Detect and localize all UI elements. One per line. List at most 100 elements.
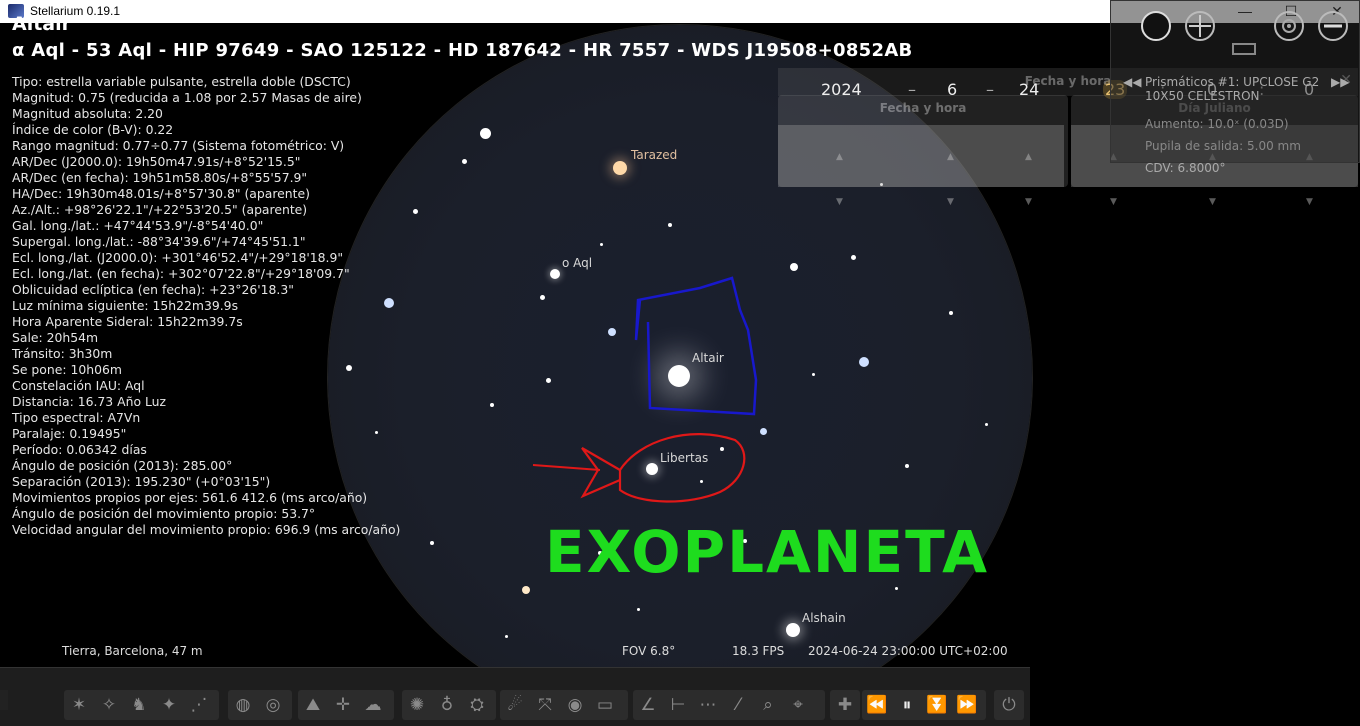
atmosphere-icon[interactable]: ☁ xyxy=(358,690,388,720)
telescope-icon[interactable]: ⌖ xyxy=(783,690,813,720)
day-spinbox[interactable]: 24 xyxy=(1019,80,1039,99)
prev-ocular-arrow-icon[interactable]: ◀◀ xyxy=(1123,75,1141,89)
fish-pointer-line xyxy=(532,464,601,471)
info-line: Ángulo de posición del movimiento propio… xyxy=(12,506,316,521)
landscape-icon[interactable]: ⛰ xyxy=(298,690,328,720)
info-line: Período: 0.06342 días xyxy=(12,442,147,457)
eye-icon[interactable]: ◉ xyxy=(560,690,590,720)
field-of-view-text: CDV: 6.8000° xyxy=(1145,161,1226,175)
ocular-settings-icon[interactable] xyxy=(1318,11,1348,41)
info-line: Hora Aparente Sideral: 15h22m39.7s xyxy=(12,314,243,329)
satellites-icon[interactable]: ⛭ xyxy=(462,690,492,720)
constellation-art-icon[interactable]: ♞ xyxy=(124,690,154,720)
asterism-icon[interactable]: ⋰ xyxy=(184,690,214,720)
ocular-view-icon[interactable] xyxy=(1141,11,1171,41)
meteor-icon[interactable]: ☄ xyxy=(500,690,530,720)
equatorial-grid-icon[interactable]: ◍ xyxy=(228,690,258,720)
month-down-arrow-icon[interactable]: ▼ xyxy=(947,197,954,207)
search-icon[interactable]: ⌕ xyxy=(753,690,783,720)
plugin-buttons-2: ✚ xyxy=(830,690,860,720)
info-line: Movimientos propios por ejes: 561.6 412.… xyxy=(12,490,368,505)
quit-group: ⏻ xyxy=(994,690,1024,720)
info-line: AR/Dec (J2000.0): 19h50m47.91s/+8°52'15.… xyxy=(12,154,301,169)
rewind-icon[interactable]: ⏪ xyxy=(862,690,892,720)
angle-measure-icon[interactable]: ∠ xyxy=(633,690,663,720)
info-line: Az./Alt.: +98°26'22.1"/+22°53'20.5" (apa… xyxy=(12,202,308,217)
info-line: Constelación IAU: Aql xyxy=(12,378,145,393)
year-spinbox[interactable]: 2024 xyxy=(821,80,862,99)
month-spinbox[interactable]: 6 xyxy=(947,80,957,99)
exit-pupil-text: Pupila de salida: 5.00 mm xyxy=(1145,139,1301,153)
info-line: Separación (2013): 195.230" (+0°03'15") xyxy=(12,474,271,489)
info-line: Tránsito: 3h30m xyxy=(12,346,113,361)
azimuthal-grid-icon[interactable]: ◎ xyxy=(258,690,288,720)
minute-down-arrow-icon[interactable]: ▼ xyxy=(1209,197,1216,207)
planets-icon[interactable]: ♁ xyxy=(432,690,462,720)
crosshair-icon[interactable] xyxy=(1185,11,1215,41)
info-line: Sale: 20h54m xyxy=(12,330,99,345)
info-line: Paralaje: 0.19495" xyxy=(12,426,127,441)
deep-sky-buttons: ✺ ♁ ⛭ xyxy=(402,690,496,720)
month-up-arrow-icon[interactable]: ▲ xyxy=(947,152,954,162)
fps-status: 18.3 FPS xyxy=(732,644,785,658)
nebulae-icon[interactable]: ✺ xyxy=(402,690,432,720)
power-icon[interactable]: ⏻ xyxy=(994,690,1024,720)
oculars-panel: ◀◀ ▶▶ Prismáticos #1: UPCLOSE G2 10X50 C… xyxy=(1110,0,1360,175)
year-down-arrow-icon[interactable]: ▼ xyxy=(836,197,843,207)
ccd-frame-icon[interactable] xyxy=(1232,43,1256,55)
date-section-title: Fecha y hora xyxy=(879,101,967,115)
day-up-arrow-icon[interactable]: ▲ xyxy=(1025,152,1032,162)
info-line: AR/Dec (en fecha): 19h51m58.80s/+8°55'57… xyxy=(12,170,308,185)
datetime-status: 2024-06-24 23:00:00 UTC+02:00 xyxy=(808,644,1008,658)
now-icon[interactable]: ⏬ xyxy=(922,690,952,720)
time-controls: ⏪ ⏸ ⏬ ⏩ xyxy=(862,690,986,720)
info-line: Magnitud absoluta: 2.20 xyxy=(12,106,163,121)
date-row xyxy=(778,125,1064,187)
libertas-fish-body xyxy=(618,433,746,503)
pause-icon[interactable]: ⏸ xyxy=(892,690,922,720)
info-line: Velocidad angular del movimiento propio:… xyxy=(12,522,401,537)
ruler-icon[interactable]: ⊢ xyxy=(663,690,693,720)
screenshot-icon[interactable]: ▭ xyxy=(590,690,620,720)
telrad-icon[interactable] xyxy=(1274,11,1304,41)
info-line: Rango magnitud: 0.77÷0.77 (Sistema fotom… xyxy=(12,138,345,153)
oculars-toggle-icon[interactable]: ✚ xyxy=(830,690,860,720)
constellation-buttons: ✶ ✧ ♞ ✦ ⋰ xyxy=(64,690,219,720)
second-down-arrow-icon[interactable]: ▼ xyxy=(1306,197,1313,207)
cardinal-points-icon[interactable]: ✛ xyxy=(328,690,358,720)
constellation-labels-icon[interactable]: ✧ xyxy=(94,690,124,720)
object-info-lines: Tipo: estrella variable pulsante, estrel… xyxy=(12,74,400,538)
info-line: Ángulo de posición (2013): 285.00° xyxy=(12,458,233,473)
info-line: Gal. long./lat.: +47°44'53.9"/-8°54'40.0… xyxy=(12,218,264,233)
hour-down-arrow-icon[interactable]: ▼ xyxy=(1110,197,1117,207)
info-line: Ecl. long./lat. (en fecha): +302°07'22.8… xyxy=(12,266,350,281)
info-line: Se pone: 10h06m xyxy=(12,362,122,377)
year-up-arrow-icon[interactable]: ▲ xyxy=(836,152,843,162)
exoplaneta-handwritten-label: EXOPLANETA xyxy=(545,518,989,586)
info-line: Tipo espectral: A7Vn xyxy=(12,410,141,425)
location-status: Tierra, Barcelona, 47 m xyxy=(62,644,203,658)
info-line: Tipo: estrella variable pulsante, estrel… xyxy=(12,74,351,89)
grid-buttons: ◍ ◎ xyxy=(228,690,292,720)
meteor-showers-icon[interactable]: ⁄ xyxy=(723,690,753,720)
fov-status: FOV 6.8° xyxy=(622,644,676,658)
info-line: Oblicuidad eclíptica (en fecha): +23°26'… xyxy=(12,282,294,297)
constellation-lines-icon[interactable]: ✶ xyxy=(64,690,94,720)
mount-mode-icon[interactable]: ⤧ xyxy=(530,690,560,720)
info-line: Supergal. long./lat.: -88°34'39.6"/+74°4… xyxy=(12,234,306,249)
magnification-text: Aumento: 10.0ˣ (0.03D) xyxy=(1145,117,1289,131)
binocular-name: Prismáticos #1: UPCLOSE G2 10X50 CELESTR… xyxy=(1145,75,1320,103)
libertas-fish-tail xyxy=(580,447,621,499)
exoplanets-icon[interactable]: ⋯ xyxy=(693,690,723,720)
day-down-arrow-icon[interactable]: ▼ xyxy=(1025,197,1032,207)
date-separator: – xyxy=(986,80,994,99)
toolbar-handle[interactable] xyxy=(0,690,8,710)
fast-forward-icon[interactable]: ⏩ xyxy=(952,690,982,720)
view-buttons: ☄ ⤧ ◉ ▭ xyxy=(500,690,628,720)
constellation-boundaries-icon[interactable]: ✦ xyxy=(154,690,184,720)
object-designations: α Aql - 53 Aql - HIP 97649 - SAO 125122 … xyxy=(12,40,913,61)
info-line: Índice de color (B-V): 0.22 xyxy=(12,122,174,137)
landscape-buttons: ⛰ ✛ ☁ xyxy=(298,690,394,720)
plugin-buttons: ∠ ⊢ ⋯ ⁄ ⌕ ⌖ xyxy=(633,690,825,720)
altair-highlight-box xyxy=(634,276,758,416)
